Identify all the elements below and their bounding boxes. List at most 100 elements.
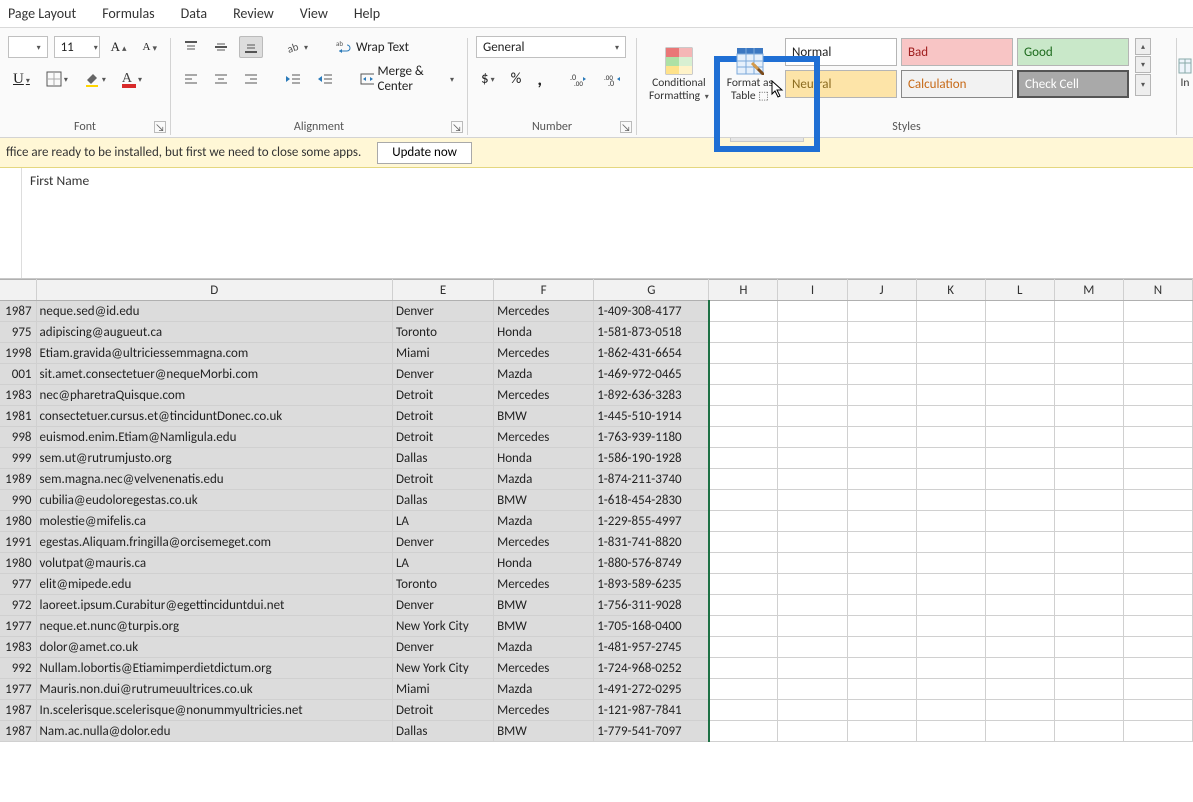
- tab-review[interactable]: Review: [231, 5, 276, 22]
- cell[interactable]: [1123, 637, 1192, 658]
- style-check-cell[interactable]: Check Cell: [1017, 70, 1129, 98]
- style-normal[interactable]: Normal: [785, 38, 897, 66]
- cell[interactable]: 1998: [0, 343, 36, 364]
- cell[interactable]: 1-581-873-0518: [594, 322, 709, 343]
- table-row[interactable]: 999sem.ut@rutrumjusto.orgDallasHonda1-58…: [0, 448, 1193, 469]
- cell[interactable]: [709, 700, 778, 721]
- cell[interactable]: 1991: [0, 532, 36, 553]
- cell[interactable]: Mauris.non.dui@rutrumeuultrices.co.uk: [36, 679, 392, 700]
- cell[interactable]: [916, 301, 985, 322]
- cell[interactable]: [1054, 385, 1123, 406]
- table-row[interactable]: 972laoreet.ipsum.Curabitur@egettincidunt…: [0, 595, 1193, 616]
- cell[interactable]: Denver: [392, 637, 493, 658]
- cell[interactable]: [709, 448, 778, 469]
- cell[interactable]: [847, 385, 916, 406]
- cell[interactable]: 1-880-576-8749: [594, 553, 709, 574]
- table-row[interactable]: 1991egestas.Aliquam.fringilla@orcisemege…: [0, 532, 1193, 553]
- cell[interactable]: [985, 553, 1054, 574]
- col-header-n[interactable]: N: [1123, 280, 1192, 301]
- align-bottom-icon[interactable]: [239, 36, 263, 58]
- cell[interactable]: [1054, 448, 1123, 469]
- cell[interactable]: [916, 322, 985, 343]
- cell[interactable]: [847, 574, 916, 595]
- cell[interactable]: 1977: [0, 616, 36, 637]
- cell[interactable]: [778, 469, 847, 490]
- cell[interactable]: 1981: [0, 406, 36, 427]
- cell[interactable]: [1054, 658, 1123, 679]
- cell[interactable]: Mercedes: [494, 427, 594, 448]
- cell[interactable]: Denver: [392, 532, 493, 553]
- table-row[interactable]: 1998Etiam.gravida@ultriciessemmagna.comM…: [0, 343, 1193, 364]
- table-row[interactable]: 1989sem.magna.nec@velvenenatis.eduDetroi…: [0, 469, 1193, 490]
- cell[interactable]: [709, 679, 778, 700]
- cell[interactable]: [1054, 532, 1123, 553]
- cell[interactable]: [709, 553, 778, 574]
- table-row[interactable]: 1987neque.sed@id.eduDenverMercedes1-409-…: [0, 301, 1193, 322]
- cell[interactable]: [778, 406, 847, 427]
- cell[interactable]: [847, 322, 916, 343]
- cell[interactable]: BMW: [494, 406, 594, 427]
- cell[interactable]: [709, 469, 778, 490]
- cell[interactable]: [916, 553, 985, 574]
- cell[interactable]: Denver: [392, 301, 493, 322]
- number-launcher-icon[interactable]: ↘: [620, 121, 632, 133]
- table-row[interactable]: 1981consectetuer.cursus.et@tinciduntDone…: [0, 406, 1193, 427]
- cell[interactable]: 972: [0, 595, 36, 616]
- cell[interactable]: [778, 574, 847, 595]
- cell[interactable]: [985, 427, 1054, 448]
- cell[interactable]: Miami: [392, 343, 493, 364]
- cell[interactable]: [1123, 490, 1192, 511]
- cell[interactable]: [778, 301, 847, 322]
- cell[interactable]: [1123, 343, 1192, 364]
- style-bad[interactable]: Bad: [901, 38, 1013, 66]
- cell[interactable]: Mazda: [494, 637, 594, 658]
- col-header-i[interactable]: I: [778, 280, 847, 301]
- cell[interactable]: [847, 637, 916, 658]
- cell[interactable]: Denver: [392, 595, 493, 616]
- cell[interactable]: [916, 406, 985, 427]
- styles-more-icon[interactable]: ▾: [1135, 74, 1151, 96]
- cell[interactable]: neque.sed@id.edu: [36, 301, 392, 322]
- cell[interactable]: [916, 385, 985, 406]
- cell[interactable]: Mercedes: [494, 532, 594, 553]
- cell[interactable]: 1-121-987-7841: [594, 700, 709, 721]
- cell[interactable]: Etiam.gravida@ultriciessemmagna.com: [36, 343, 392, 364]
- font-launcher-icon[interactable]: ↘: [154, 121, 166, 133]
- cell[interactable]: [709, 595, 778, 616]
- col-header-m[interactable]: M: [1054, 280, 1123, 301]
- cell[interactable]: BMW: [494, 616, 594, 637]
- cell[interactable]: [985, 490, 1054, 511]
- cell[interactable]: [847, 364, 916, 385]
- table-row[interactable]: 975adipiscing@augueut.caTorontoHonda1-58…: [0, 322, 1193, 343]
- cell[interactable]: [985, 301, 1054, 322]
- cell[interactable]: 1-445-510-1914: [594, 406, 709, 427]
- cell[interactable]: [985, 595, 1054, 616]
- cell[interactable]: volutpat@mauris.ca: [36, 553, 392, 574]
- cell[interactable]: LA: [392, 511, 493, 532]
- cell[interactable]: [985, 637, 1054, 658]
- cell[interactable]: Mercedes: [494, 574, 594, 595]
- cell[interactable]: 1-469-972-0465: [594, 364, 709, 385]
- cell[interactable]: [847, 406, 916, 427]
- cell[interactable]: [1054, 301, 1123, 322]
- cell[interactable]: [1123, 679, 1192, 700]
- cell[interactable]: [847, 595, 916, 616]
- cell[interactable]: adipiscing@augueut.ca: [36, 322, 392, 343]
- cell[interactable]: 1-229-855-4997: [594, 511, 709, 532]
- cell[interactable]: Mercedes: [494, 343, 594, 364]
- cell[interactable]: egestas.Aliquam.fringilla@orcisemeget.co…: [36, 532, 392, 553]
- cell[interactable]: [1054, 637, 1123, 658]
- cell[interactable]: [1123, 574, 1192, 595]
- comma-format-icon[interactable]: ,: [532, 68, 547, 90]
- col-header-d[interactable]: D: [36, 280, 392, 301]
- tab-help[interactable]: Help: [352, 5, 382, 22]
- cell[interactable]: 1-491-272-0295: [594, 679, 709, 700]
- cell[interactable]: [985, 385, 1054, 406]
- col-header-h[interactable]: H: [709, 280, 778, 301]
- cell[interactable]: [916, 343, 985, 364]
- cell[interactable]: [985, 679, 1054, 700]
- cell[interactable]: 1-831-741-8820: [594, 532, 709, 553]
- cell[interactable]: New York City: [392, 616, 493, 637]
- cell[interactable]: Mazda: [494, 469, 594, 490]
- table-row[interactable]: 998euismod.enim.Etiam@Namligula.eduDetro…: [0, 427, 1193, 448]
